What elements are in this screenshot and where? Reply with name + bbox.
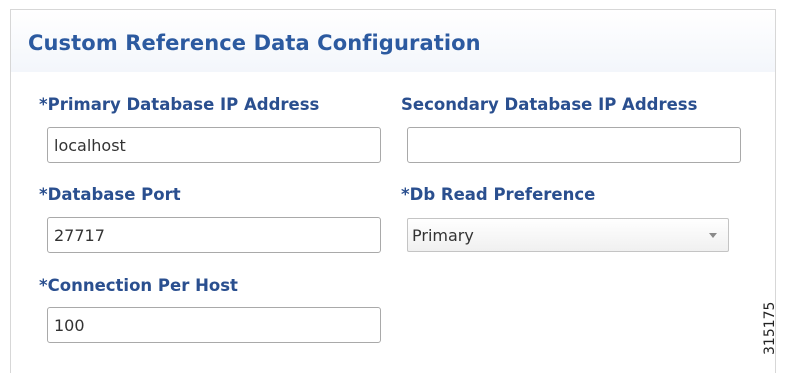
chevron-down-icon xyxy=(709,233,717,238)
primary-db-ip-input[interactable] xyxy=(47,127,381,163)
panel-header: Custom Reference Data Configuration xyxy=(11,10,775,72)
connection-per-host-label: *Connection Per Host xyxy=(39,276,238,295)
secondary-db-ip-label: Secondary Database IP Address xyxy=(401,95,698,114)
secondary-db-ip-input[interactable] xyxy=(407,127,741,163)
custom-reference-data-panel: Custom Reference Data Configuration *Pri… xyxy=(10,9,776,373)
primary-db-ip-label: *Primary Database IP Address xyxy=(39,95,320,114)
db-read-preference-label: *Db Read Preference xyxy=(401,185,596,204)
db-read-preference-select[interactable]: Primary xyxy=(407,218,729,252)
connection-per-host-input[interactable] xyxy=(47,307,381,343)
panel-title: Custom Reference Data Configuration xyxy=(28,31,481,55)
database-port-label: *Database Port xyxy=(39,185,181,204)
database-port-input[interactable] xyxy=(47,217,381,253)
figure-id: 315175 xyxy=(762,301,778,355)
db-read-preference-value: Primary xyxy=(412,226,474,245)
